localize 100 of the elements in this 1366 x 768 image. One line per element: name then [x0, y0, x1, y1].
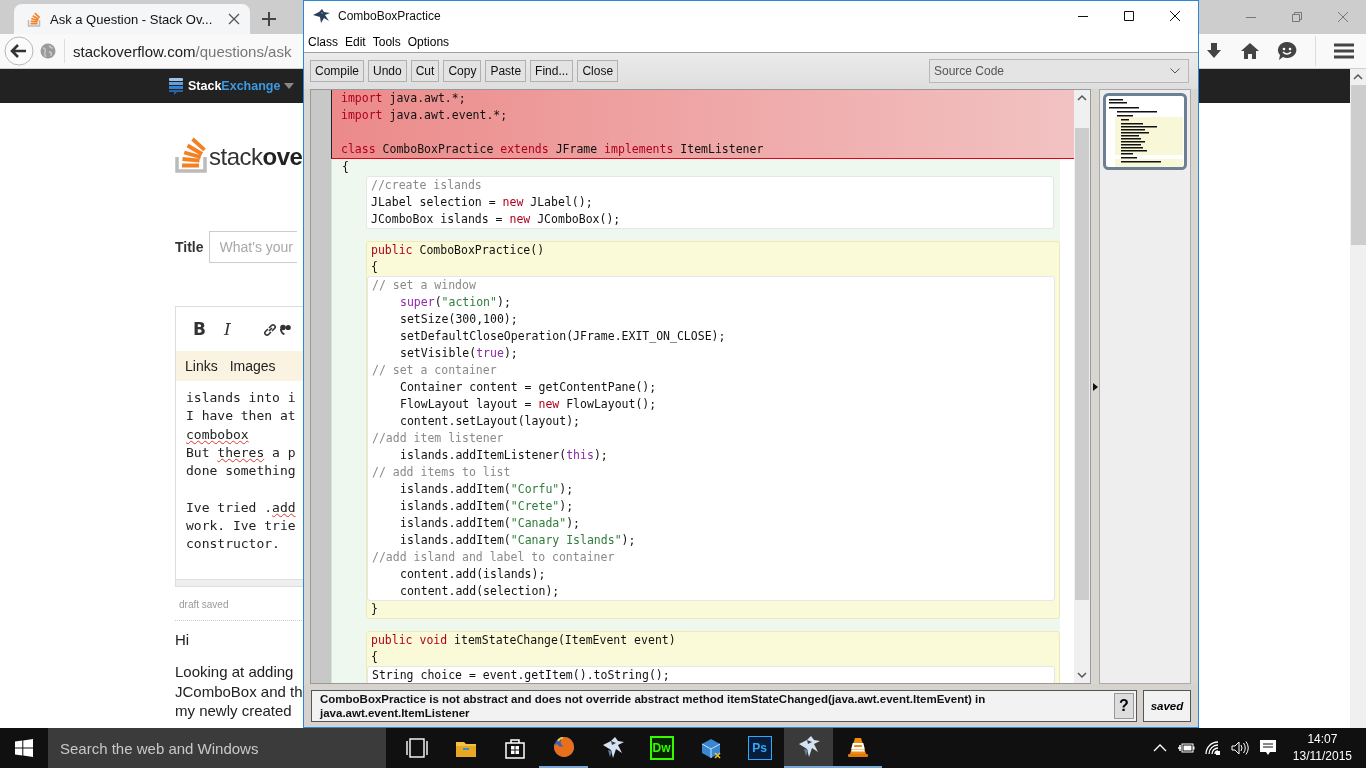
- code-line: JComboBox islands = new JComboBox();: [370, 211, 622, 228]
- toolbar-button[interactable]: Cut: [410, 60, 440, 82]
- code-line: //add item listener: [371, 430, 505, 447]
- toolbar-button[interactable]: Paste: [485, 60, 527, 82]
- chevron-up-icon[interactable]: [1152, 744, 1167, 752]
- text-line: constructor.: [186, 535, 280, 554]
- code-line: content.setLayout(layout);: [399, 413, 581, 430]
- bird-icon: [312, 9, 332, 23]
- italic-button[interactable]: I: [220, 319, 234, 339]
- bold-button[interactable]: B: [190, 319, 209, 339]
- minimap-drawing[interactable]: [1103, 93, 1187, 171]
- toolbar-button[interactable]: Undo: [368, 60, 407, 82]
- code-line: public void itemStateChange(ItemEvent event): [370, 632, 677, 649]
- code-line: {: [370, 649, 379, 666]
- code-line: // add items to list: [371, 464, 512, 481]
- resize-grip[interactable]: [176, 579, 303, 586]
- menu-item[interactable]: Tools: [372, 34, 401, 49]
- menu-icon[interactable]: [1334, 43, 1354, 59]
- code-line: islands.addItemListener(this);: [399, 447, 609, 464]
- toolbar-button[interactable]: Copy: [443, 60, 482, 82]
- code-line: super("action");: [399, 294, 512, 311]
- download-icon[interactable]: [1205, 42, 1223, 60]
- text-line: done something: [186, 462, 296, 481]
- text-line: combobox: [186, 425, 249, 444]
- scrollbar-thumb[interactable]: [1075, 128, 1089, 600]
- clock-time[interactable]: 14:07: [1292, 731, 1352, 748]
- code-line: islands.addItem("Canary Islands");: [399, 532, 637, 549]
- code-line: setSize(300,100);: [399, 311, 519, 328]
- question-body-field[interactable]: islands into i I have then at combobox But theres a p done something Ive tried .add work. Ive trie constructor.: [176, 381, 303, 579]
- app-icon[interactable]: Dw: [649, 736, 674, 760]
- code-line: class ComboBoxPractice extends JFrame implements ItemListener: [341, 141, 765, 158]
- text-line: Ive tried .add: [186, 498, 296, 517]
- title-field[interactable]: What's your: [208, 231, 297, 263]
- code-line: JLabel selection = new JLabel();: [370, 194, 594, 211]
- toolbar-button[interactable]: Find...: [530, 60, 574, 82]
- close-icon[interactable]: [228, 13, 240, 25]
- preview-text: Hi: [175, 631, 190, 648]
- stack-icon: [168, 77, 184, 95]
- traffic-cone-icon[interactable]: [845, 735, 870, 759]
- scrollbar[interactable]: [1350, 69, 1366, 728]
- address-field[interactable]: stackoverflow.com/questions/ask: [73, 42, 292, 60]
- wifi-icon[interactable]: [1204, 741, 1221, 755]
- app-icon[interactable]: Ps: [747, 736, 772, 760]
- text-line: I have then at: [186, 407, 296, 426]
- clock-date[interactable]: 13/11/2015: [1292, 748, 1352, 765]
- code-line: islands.addItem("Canada");: [399, 515, 582, 532]
- code-line: content.add(islands);: [399, 566, 547, 583]
- quote-icon[interactable]: [279, 323, 291, 335]
- volume-icon[interactable]: [1230, 741, 1249, 755]
- code-line: import java.awt.*;: [341, 90, 467, 107]
- code-line: setVisible(true);: [399, 345, 519, 362]
- link-icon[interactable]: [261, 321, 277, 337]
- browser-icon[interactable]: [551, 735, 576, 759]
- code-line: String choice = event.getItem().toString();: [371, 667, 671, 683]
- back-icon[interactable]: [4, 36, 34, 66]
- battery-plug-icon[interactable]: [1176, 742, 1195, 754]
- code-editor[interactable]: [310, 89, 1091, 684]
- caret-icon[interactable]: [284, 83, 295, 89]
- text-line: work. Ive trie: [186, 517, 296, 536]
- draft-status: draft saved: [179, 599, 229, 610]
- code-line: islands.addItem("Corfu");: [399, 481, 575, 498]
- preview-paragraph: Looking at adding JComboBox and th my newly created: [175, 662, 303, 721]
- save-status: saved: [1143, 689, 1191, 722]
- plus-icon[interactable]: [262, 12, 276, 26]
- browser-tab[interactable]: Ask a Question - Stack Ov...: [14, 4, 250, 34]
- help-tab[interactable]: Images: [226, 358, 279, 374]
- stacked-bars-icon: [175, 135, 207, 173]
- code-line: {: [342, 159, 350, 176]
- search-field[interactable]: Search the web and Windows: [48, 728, 386, 768]
- code-line: }: [370, 601, 379, 618]
- smiley-icon[interactable]: [1277, 41, 1297, 61]
- toolbar-button[interactable]: Compile: [310, 60, 364, 82]
- site-logo-text: stackove: [209, 142, 303, 172]
- code-line: islands.addItem("Crete");: [399, 498, 575, 515]
- restore-icon[interactable]: [1292, 12, 1302, 22]
- scrollbar-thumb[interactable]: [1350, 85, 1366, 245]
- code-line: import java.awt.event.*;: [341, 107, 509, 124]
- maximize-icon[interactable]: [1124, 11, 1134, 21]
- close-icon[interactable]: [1170, 11, 1180, 21]
- help-button[interactable]: ?: [1114, 692, 1134, 719]
- title-label: Title: [175, 239, 204, 255]
- help-tab[interactable]: Links: [182, 358, 221, 374]
- task-view-icon[interactable]: [404, 736, 429, 760]
- error-message: ComboBoxPractice is not abstract and does not override abstract method itemStateChanged(java.awt.event.ItemEvent) in java.awt.event.ItemListener: [320, 691, 987, 720]
- shopping-bag-icon[interactable]: [502, 736, 527, 760]
- site-switcher-link[interactable]: StackExchange: [188, 79, 281, 93]
- expand-arrow-icon[interactable]: [1092, 382, 1098, 391]
- stacked-bars-icon: [26, 11, 42, 27]
- windows-logo-icon[interactable]: [15, 739, 33, 757]
- menu-item[interactable]: Options: [407, 34, 450, 49]
- code-line: //create islands: [370, 177, 483, 194]
- notification-icon[interactable]: [1258, 739, 1277, 757]
- view-dropdown[interactable]: Source Code: [929, 59, 1189, 83]
- chevron-icon: [1170, 68, 1180, 74]
- toolbar-button[interactable]: Close: [577, 60, 619, 82]
- window-title: ComboBoxPractice: [338, 9, 441, 23]
- menu-item[interactable]: Class: [308, 34, 338, 49]
- menu-item[interactable]: Edit: [345, 34, 366, 49]
- home-icon[interactable]: [1241, 42, 1259, 60]
- globe-icon: [40, 43, 56, 59]
